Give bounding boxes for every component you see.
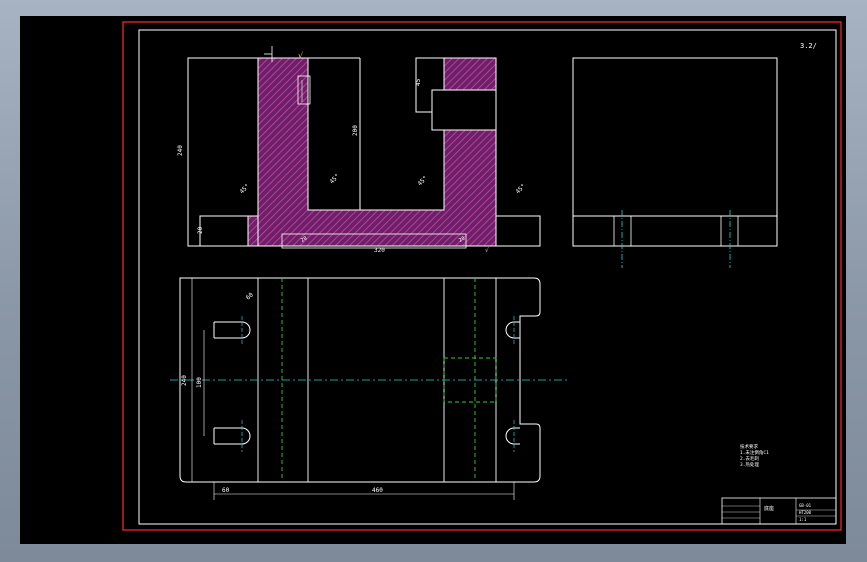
svg-text:20: 20 (197, 226, 204, 234)
svg-text:45°: 45° (238, 183, 251, 196)
svg-text:GB-01: GB-01 (799, 503, 812, 508)
svg-text:技术要求: 技术要求 (740, 443, 758, 450)
svg-text:45°: 45° (514, 183, 527, 196)
side-view (572, 57, 778, 268)
plan-view: 240 100 460 60 60 (170, 277, 568, 500)
svg-text:3.热处理: 3.热处理 (740, 461, 759, 468)
svg-text:45: 45 (415, 78, 422, 86)
svg-text:2.去毛刺: 2.去毛刺 (740, 455, 759, 462)
base-right-flange (495, 215, 541, 247)
svg-text:1.未注倒角C1: 1.未注倒角C1 (740, 449, 769, 456)
base-left-flange (199, 215, 249, 247)
svg-text:45°: 45° (328, 173, 341, 186)
svg-text:460: 460 (372, 487, 383, 494)
section-view: 240 200 45 320 20 45° 45° 45° 45° 20 20 … (177, 46, 541, 254)
svg-text:320: 320 (374, 247, 385, 254)
svg-text:240: 240 (181, 375, 188, 386)
hatched-body (247, 57, 497, 247)
svg-text:100: 100 (196, 377, 203, 388)
drawing-viewport[interactable]: 3.2/ 240 200 45 320 20 45° 45° 45° 45° 2… (20, 16, 846, 544)
svg-text:√: √ (298, 51, 304, 60)
svg-text:60: 60 (222, 487, 230, 494)
technical-notes: 技术要求 1.未注倒角C1 2.去毛刺 3.热处理 (740, 443, 769, 468)
cad-drawing: 3.2/ 240 200 45 320 20 45° 45° 45° 45° 2… (122, 21, 842, 531)
svg-text:45°: 45° (416, 175, 429, 188)
corner-mark: 3.2/ (800, 42, 817, 50)
title-block: 底座 GB-01 HT200 1:1 (721, 497, 837, 525)
svg-text:200: 200 (352, 125, 359, 136)
right-pocket (431, 89, 497, 131)
svg-text:1:1: 1:1 (799, 517, 807, 522)
svg-text:底座: 底座 (764, 505, 774, 512)
svg-text:HT200: HT200 (799, 510, 812, 515)
svg-text:√: √ (485, 247, 489, 254)
svg-text:240: 240 (177, 145, 184, 156)
cad-window: 3.2/ 240 200 45 320 20 45° 45° 45° 45° 2… (0, 0, 867, 562)
svg-text:60: 60 (245, 291, 255, 301)
